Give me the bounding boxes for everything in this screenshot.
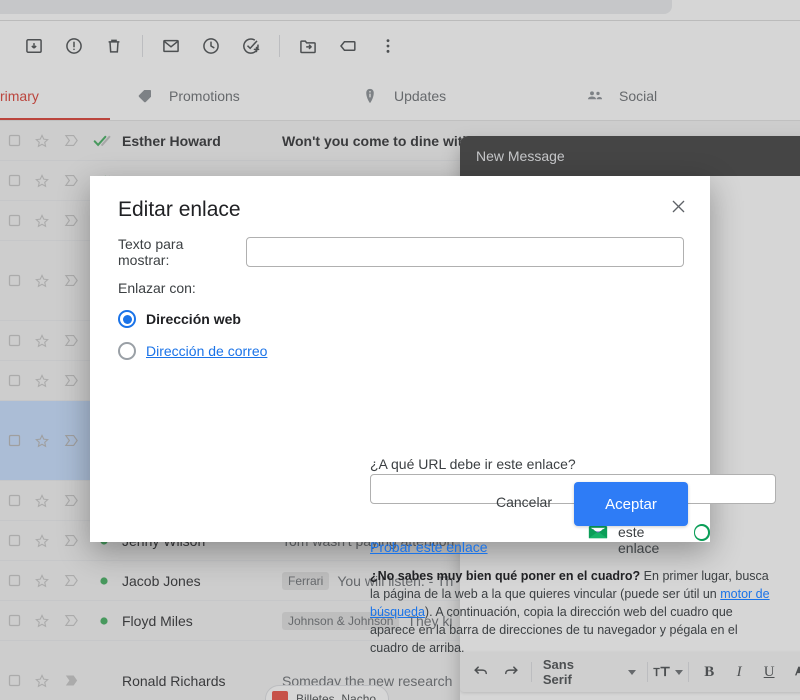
test-link-link[interactable]: Probar este enlace [370, 539, 488, 555]
url-input[interactable] [370, 474, 776, 504]
display-text-input[interactable] [246, 237, 684, 267]
display-text-row: Texto para mostrar: [118, 236, 684, 268]
help-text: ¿No sabes muy bien qué poner en el cuadr… [370, 567, 774, 657]
radio-mail-label: Dirección de correo [146, 343, 267, 359]
radio-web-address[interactable]: Dirección web [118, 310, 267, 328]
link-to-label: Enlazar con: [118, 280, 196, 296]
gmail-app-window: rimary Promotions Update [0, 0, 800, 700]
link-to-section: Enlazar con: Dirección web Dirección de … [118, 280, 267, 360]
radio-mail-address[interactable]: Dirección de correo [118, 342, 267, 360]
radio-web-indicator [118, 310, 136, 328]
radio-web-label: Dirección web [146, 311, 241, 327]
help-text-bold: ¿No sabes muy bien qué poner en el cuadr… [370, 569, 640, 583]
close-icon[interactable] [662, 190, 694, 222]
track-link-toggle[interactable] [694, 524, 710, 541]
cancel-button[interactable]: Cancelar [482, 484, 566, 520]
help-text-part2: ). A continuación, copia la dirección we… [370, 605, 738, 655]
accept-button[interactable]: Aceptar [574, 482, 688, 526]
display-text-label: Texto para mostrar: [118, 236, 238, 268]
url-question-label: ¿A qué URL debe ir este enlace? [370, 456, 576, 472]
dialog-title: Editar enlace [118, 198, 241, 222]
radio-mail-indicator [118, 342, 136, 360]
edit-link-dialog: Editar enlace Texto para mostrar: Enlaza… [90, 176, 710, 542]
